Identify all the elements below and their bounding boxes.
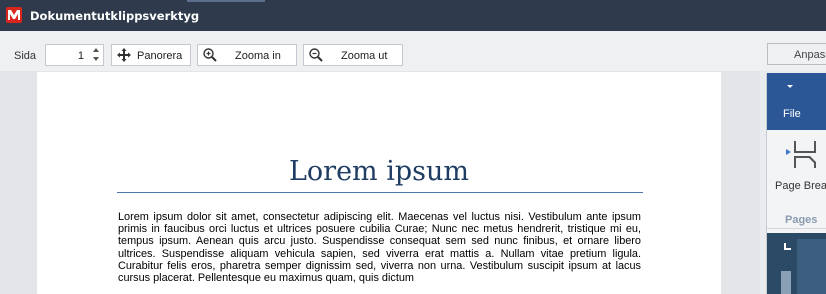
pages-group-label: Pages: [785, 214, 818, 226]
page-preview-thumbnail[interactable]: [767, 233, 826, 294]
title-divider: [117, 192, 643, 193]
zoom-out-button[interactable]: Zooma ut: [303, 44, 403, 66]
file-tab-label: File: [783, 108, 801, 120]
zoom-in-button[interactable]: Zooma in: [197, 44, 297, 66]
customize-button[interactable]: Anpass: [767, 43, 826, 65]
group-divider: [767, 228, 826, 229]
page-label: Sida: [14, 50, 37, 62]
chevron-down-icon: [787, 85, 793, 88]
page-break-label[interactable]: Page Breal: [775, 180, 826, 192]
window-title: Dokumentutklippsverktyg: [30, 9, 200, 23]
move-arrows-icon: [116, 47, 132, 63]
zoom-out-label: Zooma ut: [341, 50, 388, 62]
zoom-in-icon: [202, 47, 218, 63]
document-paragraph: Lorem ipsum dolor sit amet, consectetur …: [118, 211, 641, 285]
page-break-icon[interactable]: [785, 138, 819, 170]
zoom-out-icon: [308, 47, 324, 63]
customize-button-label: Anpass: [794, 49, 826, 61]
document-title: Lorem ipsum: [288, 156, 470, 187]
stepper-up-icon[interactable]: [93, 48, 99, 52]
page-number-stepper[interactable]: 1: [45, 44, 104, 66]
file-tab[interactable]: File: [767, 73, 826, 130]
app-logo-icon: [6, 7, 22, 23]
stepper-down-icon[interactable]: [93, 57, 99, 61]
document-page[interactable]: Lorem ipsum Lorem ipsum dolor sit amet, …: [37, 72, 721, 294]
pan-button-label: Panorera: [137, 50, 183, 62]
zoom-in-label: Zooma in: [235, 50, 281, 62]
title-bar-tab-indicator: [187, 0, 265, 2]
page-number-value[interactable]: 1: [78, 50, 84, 62]
pan-button[interactable]: Panorera: [111, 44, 191, 66]
